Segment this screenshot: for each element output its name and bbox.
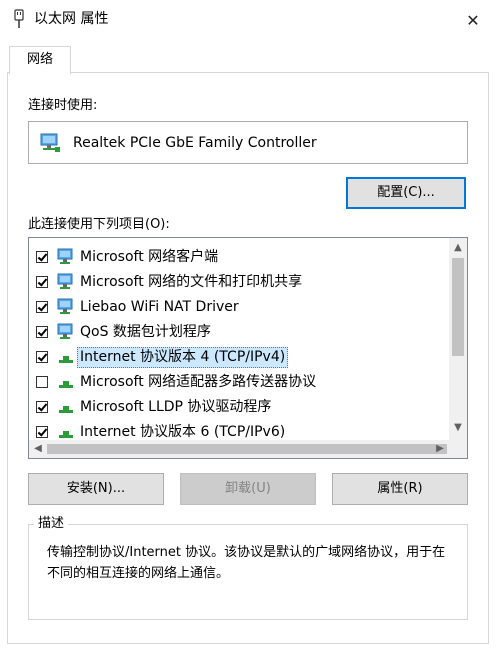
item-checkbox[interactable] (36, 376, 48, 388)
network-qos-icon (57, 323, 73, 339)
list-item[interactable]: Microsoft 网络适配器多路传送器协议 (29, 370, 449, 395)
description-title: 描述 (34, 515, 69, 533)
vertical-scroll-thumb[interactable] (452, 258, 464, 356)
uninstall-button[interactable]: 卸载(U) (180, 473, 316, 505)
item-checkbox[interactable] (36, 426, 48, 438)
item-label: Internet 协议版本 4 (TCP/IPv4) (77, 347, 289, 368)
item-checkbox[interactable] (36, 401, 48, 413)
items-label: 此连接使用下列项目(O): (28, 217, 170, 232)
item-label: QoS 数据包计划程序 (80, 324, 211, 340)
ethernet-icon (14, 9, 24, 28)
horizontal-scroll-thumb[interactable] (47, 444, 447, 454)
network-driver-icon (57, 298, 73, 314)
protocol-icon (59, 356, 73, 363)
scroll-right-icon[interactable]: ▶ (431, 443, 449, 454)
list-item[interactable]: Microsoft 网络客户端 (29, 245, 449, 270)
list-item[interactable]: Microsoft 网络的文件和打印机共享 (29, 270, 449, 295)
properties-button[interactable]: 属性(R) (332, 473, 468, 505)
close-icon: ✕ (466, 10, 480, 30)
description-text: 传输控制协议/Internet 协议。该协议是默认的广域网络协议，用于在不同的相… (47, 545, 446, 581)
item-label: Liebao WiFi NAT Driver (80, 299, 239, 315)
tab-network[interactable]: 网络 (9, 46, 71, 74)
item-label: Microsoft 网络适配器多路传送器协议 (80, 374, 317, 390)
network-share-icon (57, 273, 73, 289)
scroll-up-icon[interactable]: ▲ (449, 242, 467, 253)
close-button[interactable]: ✕ (450, 0, 496, 40)
protocol-icon (59, 381, 73, 388)
list-item[interactable]: Microsoft LLDP 协议驱动程序 (29, 395, 449, 420)
item-checkbox[interactable] (36, 301, 48, 313)
configure-button[interactable]: 配置(C)... (346, 177, 466, 209)
network-client-icon (57, 248, 73, 264)
window-title: 以太网 属性 (34, 11, 109, 27)
title-bar: 以太网 属性 ✕ (0, 0, 496, 40)
protocol-icon (59, 406, 73, 413)
connect-using-label: 连接时使用: (28, 98, 98, 113)
vertical-scrollbar[interactable]: ▲ ▼ (449, 238, 467, 440)
protocol-icon (59, 431, 73, 438)
adapter-field: Realtek PCIe GbE Family Controller (28, 121, 468, 164)
item-checkbox[interactable] (36, 276, 48, 288)
install-button[interactable]: 安装(N)... (28, 473, 164, 505)
list-item[interactable]: Liebao WiFi NAT Driver (29, 295, 449, 320)
item-checkbox[interactable] (36, 251, 48, 263)
adapter-name: Realtek PCIe GbE Family Controller (73, 135, 317, 151)
horizontal-scrollbar[interactable]: ◀ ▶ (29, 440, 467, 458)
list-item[interactable]: QoS 数据包计划程序 (29, 320, 449, 345)
network-adapter-icon (40, 133, 60, 152)
item-checkbox[interactable] (36, 351, 48, 363)
scroll-left-icon[interactable]: ◀ (29, 443, 47, 454)
item-label: Microsoft 网络的文件和打印机共享 (80, 274, 303, 290)
item-checkbox[interactable] (36, 326, 48, 338)
item-label: Microsoft 网络客户端 (80, 249, 219, 265)
scroll-corner (449, 440, 467, 458)
list-item-selected[interactable]: Internet 协议版本 4 (TCP/IPv4) (29, 345, 449, 370)
scroll-down-icon[interactable]: ▼ (449, 422, 467, 433)
item-label: Microsoft LLDP 协议驱动程序 (80, 399, 272, 415)
components-list[interactable]: Microsoft 网络客户端 Microsoft 网络的文件和打印机共享 Li… (28, 237, 468, 459)
